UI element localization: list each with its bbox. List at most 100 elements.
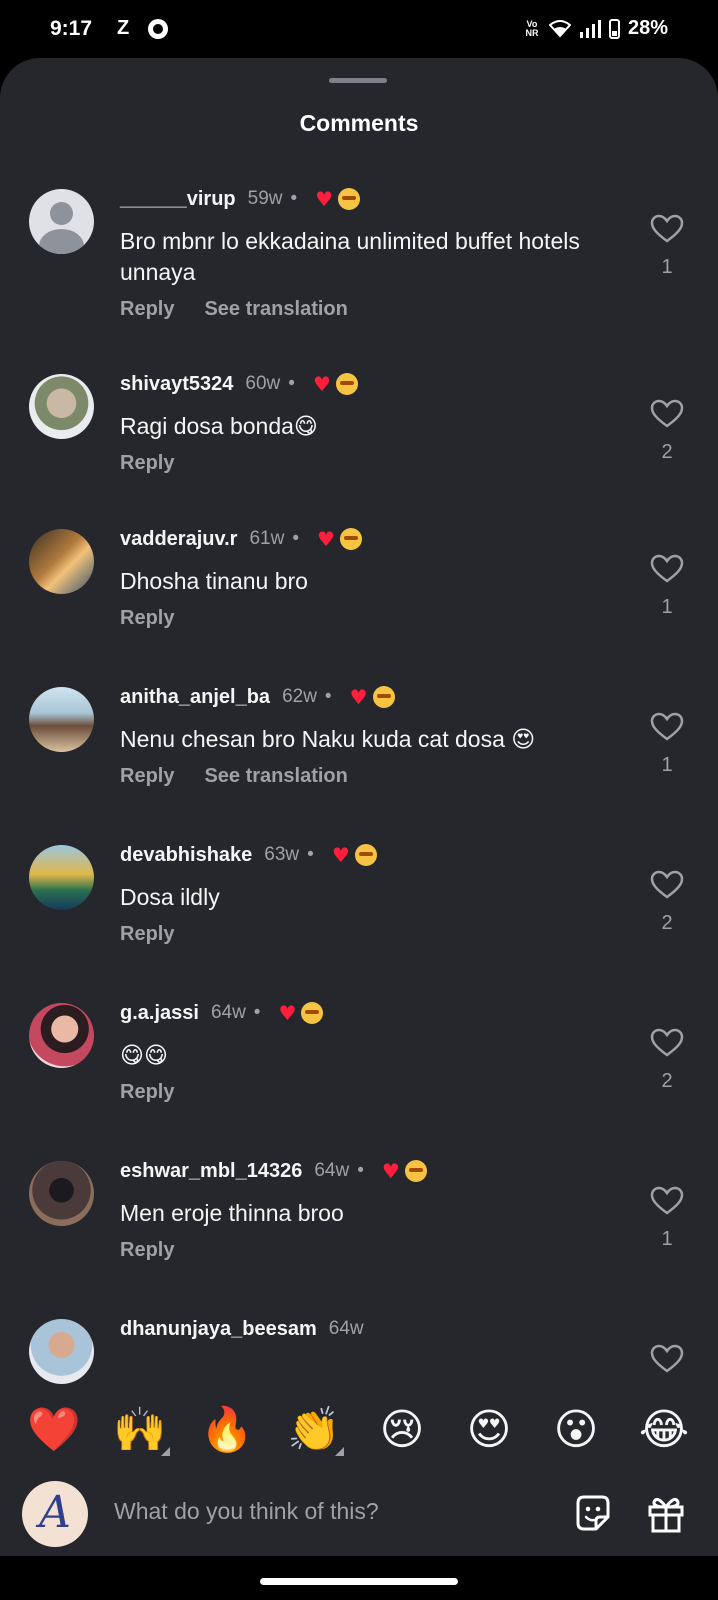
see-translation-button[interactable]: See translation <box>204 765 347 788</box>
comment-username[interactable]: g.a.jassi <box>120 1002 199 1025</box>
creator-heart-icon: ♥ <box>349 685 368 709</box>
comment-meta: anitha_anjel_ba 62w • ♥ <box>120 684 395 710</box>
reaction-surprised-icon[interactable]: 😮 <box>546 1400 606 1460</box>
reaction-laughing-icon[interactable]: 😂 <box>634 1400 694 1460</box>
avatar[interactable] <box>29 374 94 439</box>
like-heart-icon[interactable] <box>650 214 684 244</box>
comment-username[interactable]: dhanunjaya_beesam <box>120 1318 317 1341</box>
reply-button[interactable]: Reply <box>120 1081 174 1104</box>
reply-button[interactable]: Reply <box>120 452 174 475</box>
like-count: 2 <box>661 1070 673 1092</box>
comment-username[interactable]: eshwar_mbl_14326 <box>120 1160 302 1183</box>
avatar[interactable] <box>29 189 94 254</box>
comment-item: anitha_anjel_ba 62w • ♥ Nenu chesan bro … <box>0 668 718 826</box>
comment-username[interactable]: vadderajuv.r <box>120 528 237 551</box>
meta-separator: • <box>290 188 298 209</box>
comment-username[interactable]: ______virup <box>120 188 236 211</box>
comment-username[interactable]: devabhishake <box>120 844 252 867</box>
reply-button[interactable]: Reply <box>120 923 174 946</box>
avatar[interactable] <box>29 845 94 910</box>
like-heart-icon[interactable] <box>650 870 684 900</box>
comment-text: Bro mbnr lo ekkadaina unlimited buffet h… <box>120 228 580 285</box>
comment-item: eshwar_mbl_14326 64w • ♥ Men eroje thinn… <box>0 1142 718 1300</box>
like-count: 1 <box>661 256 673 278</box>
avatar[interactable] <box>29 1161 94 1226</box>
avatar[interactable] <box>29 687 94 752</box>
comment-text: Ragi dosa bonda😋 <box>120 413 318 439</box>
like-heart-icon[interactable] <box>650 712 684 742</box>
like-heart-icon[interactable] <box>650 1186 684 1216</box>
meta-separator: • <box>357 1160 364 1181</box>
reaction-heart-eyes-icon[interactable]: 😍 <box>459 1400 519 1460</box>
like-count: 2 <box>661 441 673 463</box>
comment-age: 64w <box>314 1160 350 1181</box>
avatar[interactable] <box>29 1319 94 1384</box>
creator-avatar-icon <box>404 1160 427 1182</box>
reaction-fire-icon[interactable]: 🔥 <box>197 1400 257 1460</box>
avatar[interactable] <box>29 1003 94 1068</box>
comment-input[interactable] <box>114 1498 524 1525</box>
creator-avatar-icon <box>372 686 395 708</box>
creator-avatar-icon <box>338 188 361 210</box>
comment-age: 64w <box>328 1318 364 1339</box>
home-gesture-bar[interactable] <box>260 1578 458 1585</box>
reaction-crying-icon[interactable]: 😢 <box>372 1400 432 1460</box>
meta-separator: • <box>324 686 332 707</box>
comment-composer: A <box>0 1472 718 1556</box>
creator-heart-icon: ♥ <box>312 372 331 396</box>
like-heart-icon[interactable] <box>650 554 684 584</box>
comment-text: Dhosha tinanu bro <box>120 568 308 594</box>
comment-actions: Reply <box>120 452 174 475</box>
comment-actions: Reply <box>120 1239 174 1262</box>
battery-icon <box>608 18 620 39</box>
comment-item: g.a.jassi 64w • ♥ 😋😋 Reply 2 <box>0 984 718 1142</box>
comment-age: 60w <box>245 373 281 394</box>
creator-avatar-icon <box>335 373 358 395</box>
like-count: 1 <box>661 1228 673 1250</box>
comment-list[interactable]: ______virup 59w • ♥ Bro mbnr lo ekkadain… <box>0 170 718 1432</box>
comment-age: 64w <box>210 1002 246 1023</box>
status-time: 9:17 <box>50 17 93 40</box>
comment-meta: g.a.jassi 64w • ♥ <box>120 1000 324 1026</box>
gift-icon[interactable] <box>645 1493 687 1535</box>
meta-separator: • <box>307 844 314 865</box>
wifi-icon <box>548 19 571 37</box>
creator-heart-icon: ♥ <box>278 1001 297 1025</box>
reply-button[interactable]: Reply <box>120 298 174 321</box>
comment-actions: Reply See translation <box>120 765 348 788</box>
like-heart-icon[interactable] <box>650 1028 684 1058</box>
meta-separator: • <box>253 1002 261 1023</box>
see-translation-button[interactable]: See translation <box>204 298 347 321</box>
status-right: Vo NR 28% <box>523 17 668 40</box>
comment-username[interactable]: anitha_anjel_ba <box>120 686 270 709</box>
creator-heart-icon: ♥ <box>316 527 335 551</box>
comment-meta: ______virup 59w • ♥ <box>120 186 361 212</box>
my-avatar[interactable]: A <box>22 1481 88 1547</box>
notification-app-icon <box>148 19 168 39</box>
system-nav-bar <box>0 1556 718 1600</box>
meta-separator: • <box>292 528 299 549</box>
comment-text: Nenu chesan bro Naku kuda cat dosa 😍 <box>120 726 536 752</box>
comment-text: Men eroje thinna broo <box>120 1200 344 1226</box>
comment-age: 59w <box>247 188 283 209</box>
like-count: 1 <box>661 596 673 618</box>
meta-separator: • <box>288 373 295 394</box>
reaction-raised-hands-icon[interactable]: 🙌 <box>110 1400 170 1460</box>
drag-handle[interactable] <box>329 78 387 83</box>
reaction-raised-hands-glyph: 🙌 <box>113 1405 167 1455</box>
battery-percent: 28% <box>627 17 668 39</box>
comment-username[interactable]: shivayt5324 <box>120 373 233 396</box>
reply-button[interactable]: Reply <box>120 1239 174 1262</box>
reply-button[interactable]: Reply <box>120 607 174 630</box>
like-heart-icon[interactable] <box>650 1344 684 1374</box>
avatar[interactable] <box>29 529 94 594</box>
sticker-icon[interactable] <box>572 1493 614 1535</box>
comment-meta: shivayt5324 60w • ♥ <box>120 371 358 397</box>
reply-button[interactable]: Reply <box>120 765 174 788</box>
like-heart-icon[interactable] <box>650 399 684 429</box>
reaction-heart-icon[interactable]: ❤️ <box>24 1400 84 1460</box>
comment-meta: dhanunjaya_beesam 64w <box>120 1316 364 1342</box>
comment-item: vadderajuv.r 61w • ♥ Dhosha tinanu bro R… <box>0 510 718 668</box>
comment-age: 61w <box>249 528 285 549</box>
reaction-clap-icon[interactable]: 👏 <box>284 1400 344 1460</box>
